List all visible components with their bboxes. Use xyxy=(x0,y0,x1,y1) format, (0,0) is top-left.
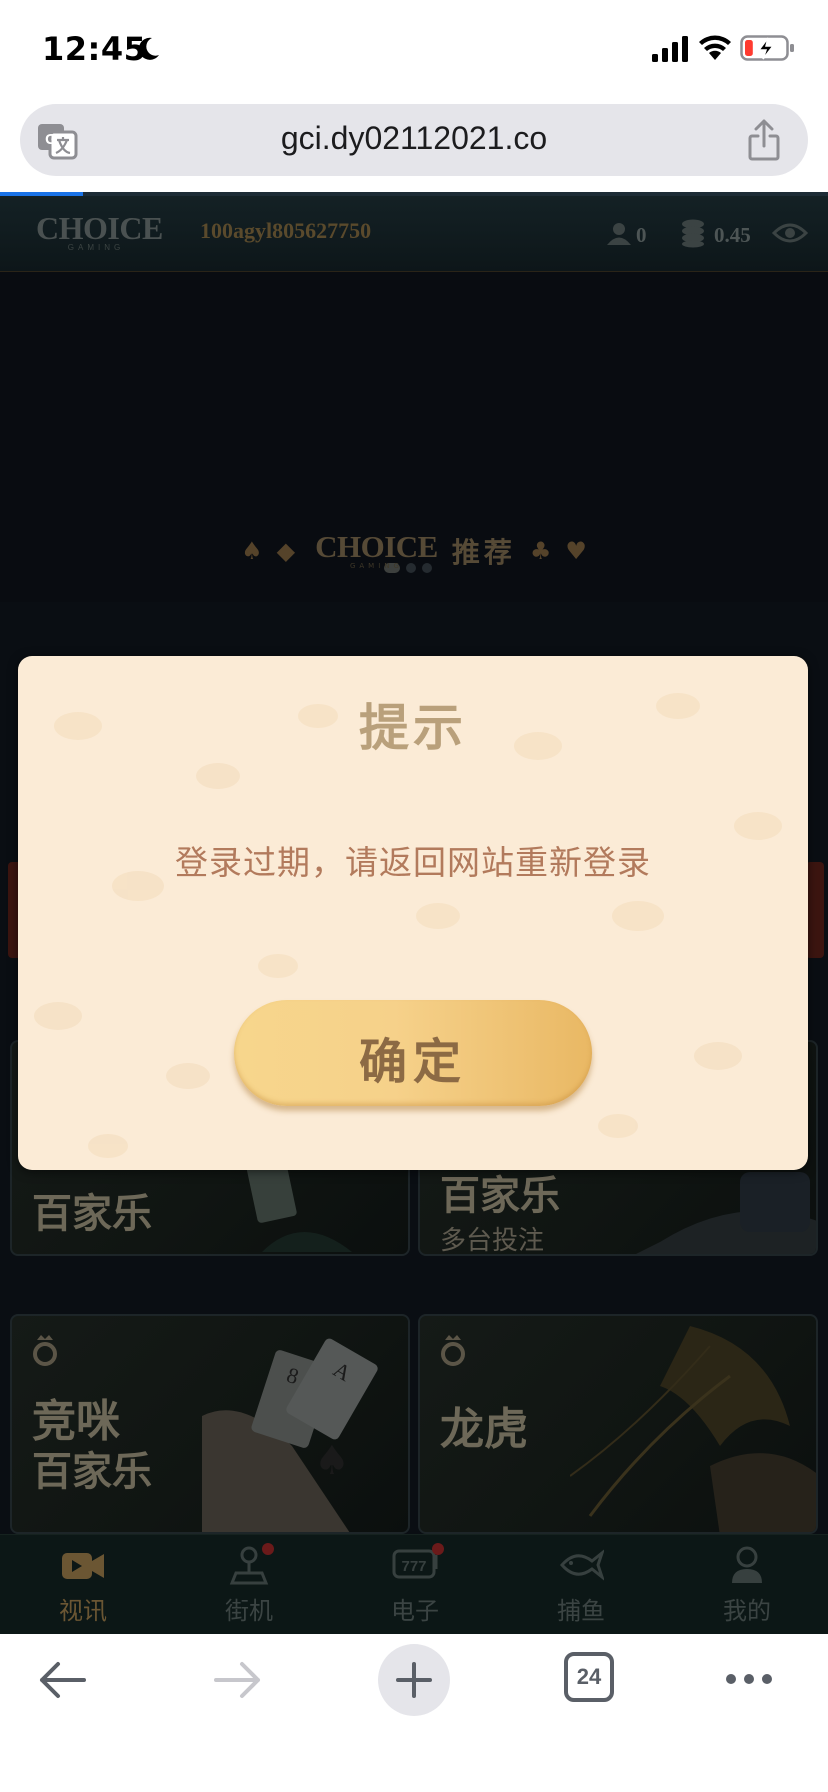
recommend-section-title: ♠ ◆ CHOICE GAMING 推荐 ♣ ♥ xyxy=(0,526,828,576)
choice-gaming-logo[interactable]: CHOICE GAMING xyxy=(36,210,163,258)
new-tab-button[interactable] xyxy=(378,1644,450,1716)
game-card-title: 竞咪 xyxy=(32,1396,120,1447)
user-icon xyxy=(732,1546,762,1583)
tab-label: 我的 xyxy=(723,1597,771,1625)
moon-icon xyxy=(138,37,159,60)
crown-icon xyxy=(33,1335,57,1366)
confirm-button-label: 确定 xyxy=(358,1034,467,1090)
logo-word: CHOICE xyxy=(36,210,163,246)
spade-icon: ♠ xyxy=(241,537,263,565)
crown-icon xyxy=(441,1335,465,1366)
plus-icon xyxy=(396,1662,432,1698)
recommend-logo-word: CHOICE xyxy=(315,529,438,564)
address-bar[interactable]: G gci.dy02112021.co xyxy=(20,104,808,176)
balance-value: 0.45 xyxy=(714,223,751,247)
game-card-dragon-tiger[interactable]: 龙虎 xyxy=(418,1314,818,1534)
coins-icon xyxy=(682,219,704,248)
svg-text:♠: ♠ xyxy=(314,1438,350,1484)
tab-label: 视讯 xyxy=(59,1597,107,1625)
more-icon[interactable] xyxy=(724,1672,774,1686)
game-card-title: 百家乐 xyxy=(440,1173,560,1219)
game-card-title: 百家乐 xyxy=(32,1191,152,1237)
card-art xyxy=(570,1326,816,1532)
browser-toolbar: 24 xyxy=(0,1634,828,1792)
notification-dot xyxy=(432,1543,444,1555)
online-users-icon xyxy=(607,223,631,245)
url-text[interactable]: gci.dy02112021.co xyxy=(20,120,808,157)
status-time: 12:45 xyxy=(42,30,147,68)
banner-edge-right xyxy=(806,862,824,958)
game-card-title-line2: 百家乐 xyxy=(32,1449,152,1495)
tab-switcher-button[interactable]: 24 xyxy=(564,1652,614,1702)
status-bar: 12:45 xyxy=(0,0,828,100)
game-tab-bar: 视讯 街机 777 电子 捕鱼 我的 xyxy=(0,1534,828,1634)
tab-label: 街机 xyxy=(225,1597,273,1625)
recommend-logo: CHOICE GAMING xyxy=(315,529,438,570)
game-card-squeeze-baccarat[interactable]: 8 A ♠ 竞咪 百家乐 xyxy=(10,1314,410,1534)
slot-777-icon: 777 xyxy=(392,1549,438,1579)
game-card-title: 龙虎 xyxy=(440,1404,528,1455)
tab-label: 捕鱼 xyxy=(557,1597,605,1625)
svg-text:777: 777 xyxy=(401,1558,426,1575)
tab-label: 电子 xyxy=(391,1597,439,1625)
card-art: 8 A ♠ xyxy=(202,1338,378,1532)
online-count: 0 xyxy=(636,223,647,247)
wifi-icon xyxy=(699,35,731,60)
tab-arcade[interactable]: 街机 xyxy=(166,1535,332,1634)
cellular-signal-icon xyxy=(652,36,688,62)
recommend-label: 推荐 xyxy=(451,536,516,569)
confirm-button[interactable]: 确定 xyxy=(234,1000,592,1106)
eye-icon[interactable] xyxy=(772,220,808,246)
club-icon: ♣ xyxy=(529,537,552,565)
video-camera-icon xyxy=(62,1553,104,1579)
heart-icon: ♥ xyxy=(565,537,587,565)
tab-mine[interactable]: 我的 xyxy=(664,1535,828,1634)
tab-video[interactable]: 视讯 xyxy=(0,1535,166,1634)
forward-arrow-icon[interactable] xyxy=(212,1658,264,1702)
tab-electronic[interactable]: 777 电子 xyxy=(332,1535,498,1634)
back-arrow-icon[interactable] xyxy=(36,1658,88,1702)
battery-charging-icon xyxy=(740,35,794,61)
account-id: 100agyl805627750 xyxy=(200,218,372,243)
tab-fishing[interactable]: 捕鱼 xyxy=(498,1535,664,1634)
game-card-subtitle: 多台投注 xyxy=(440,1226,545,1256)
notification-dot xyxy=(262,1543,274,1555)
game-header: CHOICE GAMING 100agyl805627750 0 0.45 xyxy=(0,196,828,272)
fish-icon xyxy=(560,1549,604,1581)
dialog-message: 登录过期，请返回网站重新登录 xyxy=(175,843,651,882)
session-expired-dialog: 提示 登录过期，请返回网站重新登录 确定 xyxy=(18,656,808,1170)
dialog-title: 提示 xyxy=(359,699,467,757)
diamond-icon: ◆ xyxy=(276,537,296,565)
share-icon[interactable] xyxy=(746,118,782,162)
